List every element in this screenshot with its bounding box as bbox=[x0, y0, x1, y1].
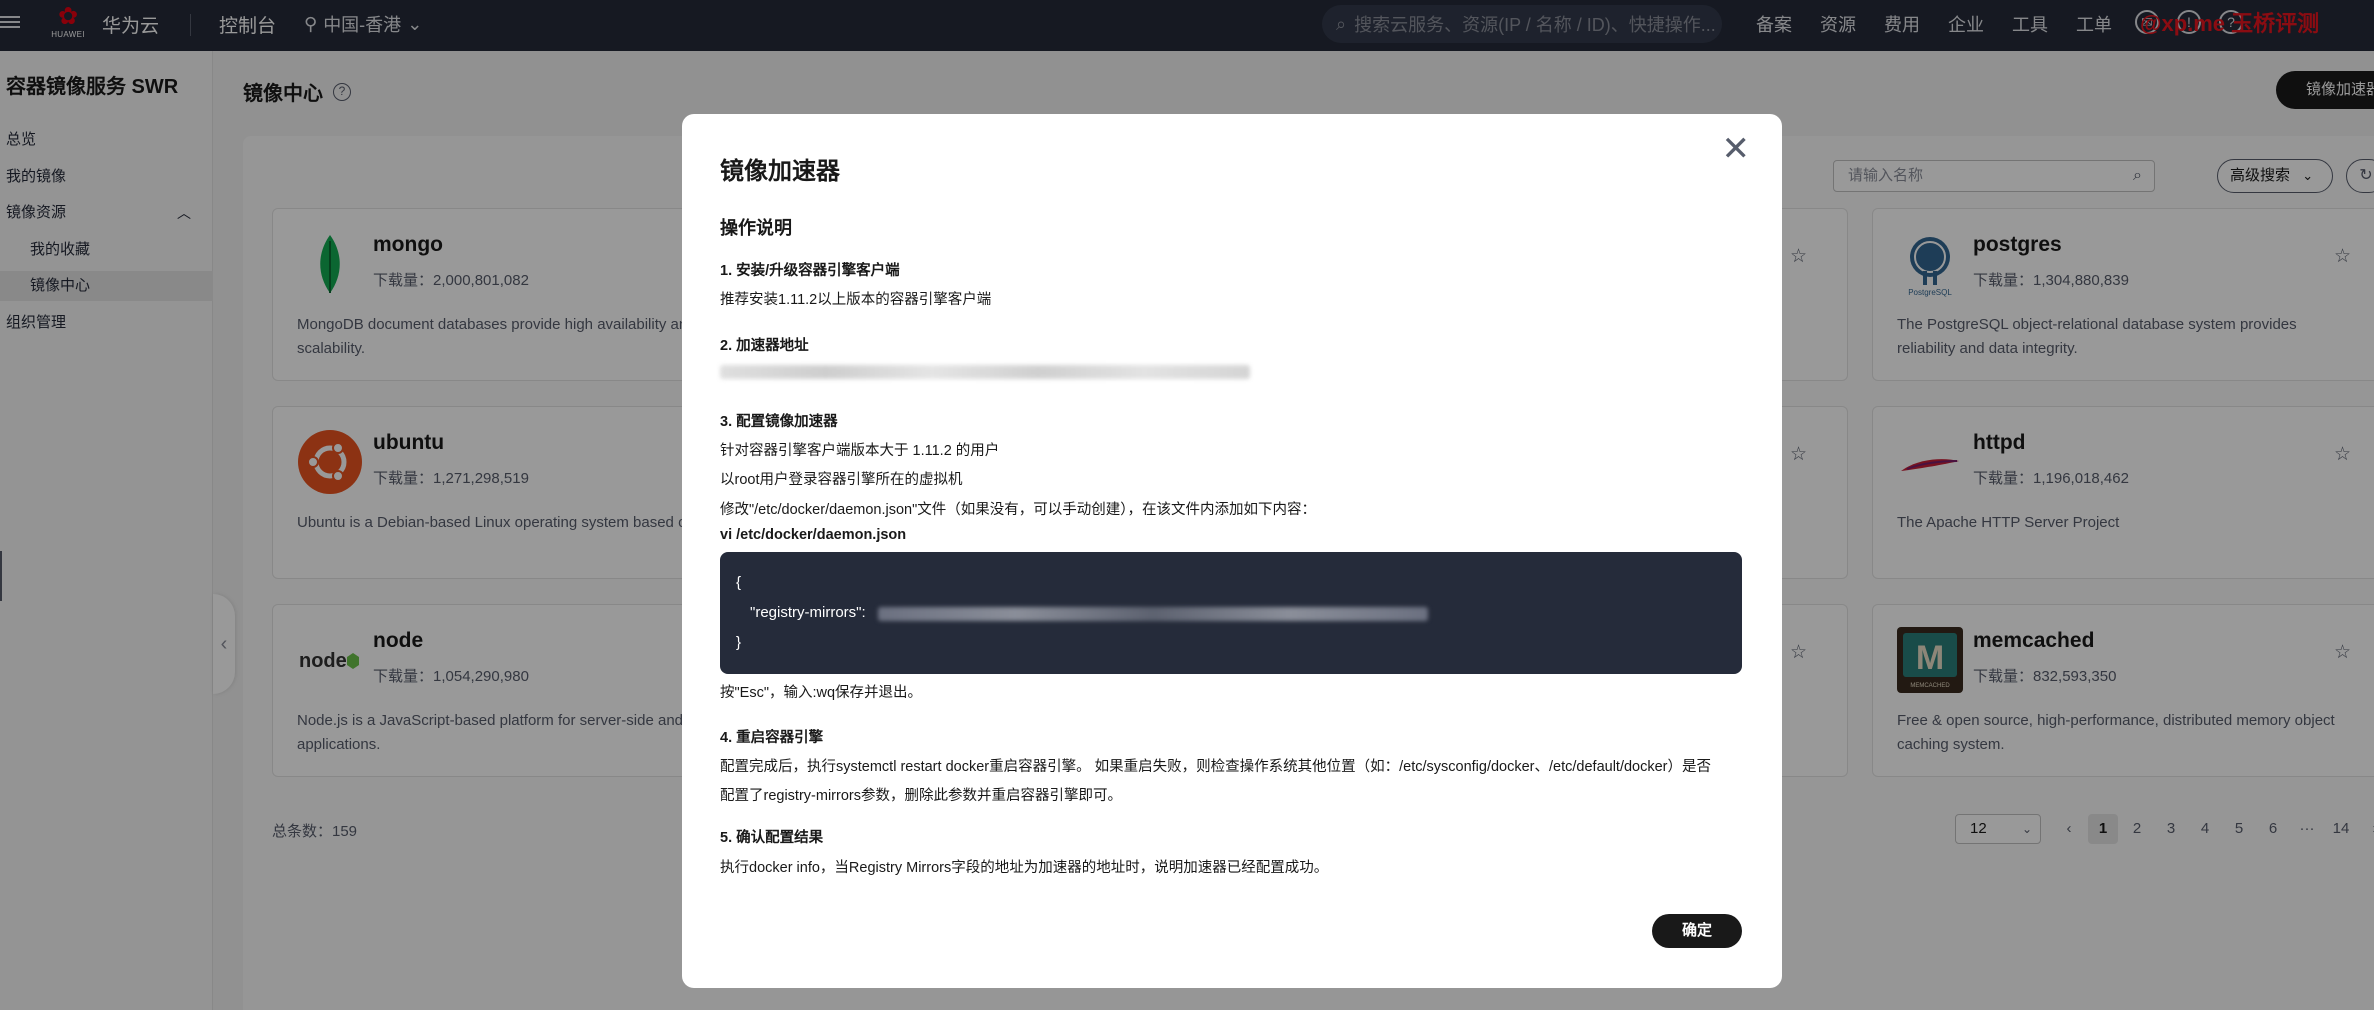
accelerator-dialog: ✕ 镜像加速器 操作说明 1. 安装/升级容器引擎客户端 推荐安装1.11.2以… bbox=[682, 114, 1782, 988]
code-line-close: } bbox=[736, 634, 742, 651]
step3-title: 3. 配置镜像加速器 bbox=[720, 414, 838, 430]
dialog-title: 镜像加速器 bbox=[720, 158, 840, 185]
code-line-open: { bbox=[736, 574, 742, 591]
code-line-key: "registry-mirrors": bbox=[750, 604, 866, 621]
step3-line1: 针对容器引擎客户端版本大于 1.11.2 的用户 bbox=[720, 443, 1000, 459]
close-icon[interactable]: ✕ bbox=[1722, 132, 1751, 166]
code-block[interactable]: { "registry-mirrors": } bbox=[720, 552, 1742, 674]
step4-line2: 配置了registry-mirrors参数，删除此参数并重启容器引擎即可。 bbox=[720, 788, 1122, 804]
step5-title: 5. 确认配置结果 bbox=[720, 830, 824, 846]
step3-after: 按"Esc"，输入:wq保存并退出。 bbox=[720, 685, 923, 701]
section-heading: 操作说明 bbox=[720, 218, 792, 238]
step3-command: vi /etc/docker/daemon.json bbox=[720, 527, 907, 543]
step3-line2: 以root用户登录容器引擎所在的虚拟机 bbox=[720, 472, 963, 488]
step2-title: 2. 加速器地址 bbox=[720, 338, 809, 354]
step1-title: 1. 安装/升级容器引擎客户端 bbox=[720, 263, 900, 279]
step5-text: 执行docker info，当Registry Mirrors字段的地址为加速器… bbox=[720, 860, 1329, 876]
step3-line3: 修改"/etc/docker/daemon.json"文件（如果没有，可以手动创… bbox=[720, 502, 1317, 518]
step4-title: 4. 重启容器引擎 bbox=[720, 730, 824, 746]
confirm-button[interactable]: 确定 bbox=[1652, 914, 1742, 948]
step1-text: 推荐安装1.11.2以上版本的容器引擎客户端 bbox=[720, 292, 992, 308]
step4-line1: 配置完成后，执行systemctl restart docker重启容器引擎。 … bbox=[720, 759, 1711, 775]
accelerator-address-redacted bbox=[720, 365, 1250, 379]
registry-mirror-redacted bbox=[878, 607, 1428, 621]
